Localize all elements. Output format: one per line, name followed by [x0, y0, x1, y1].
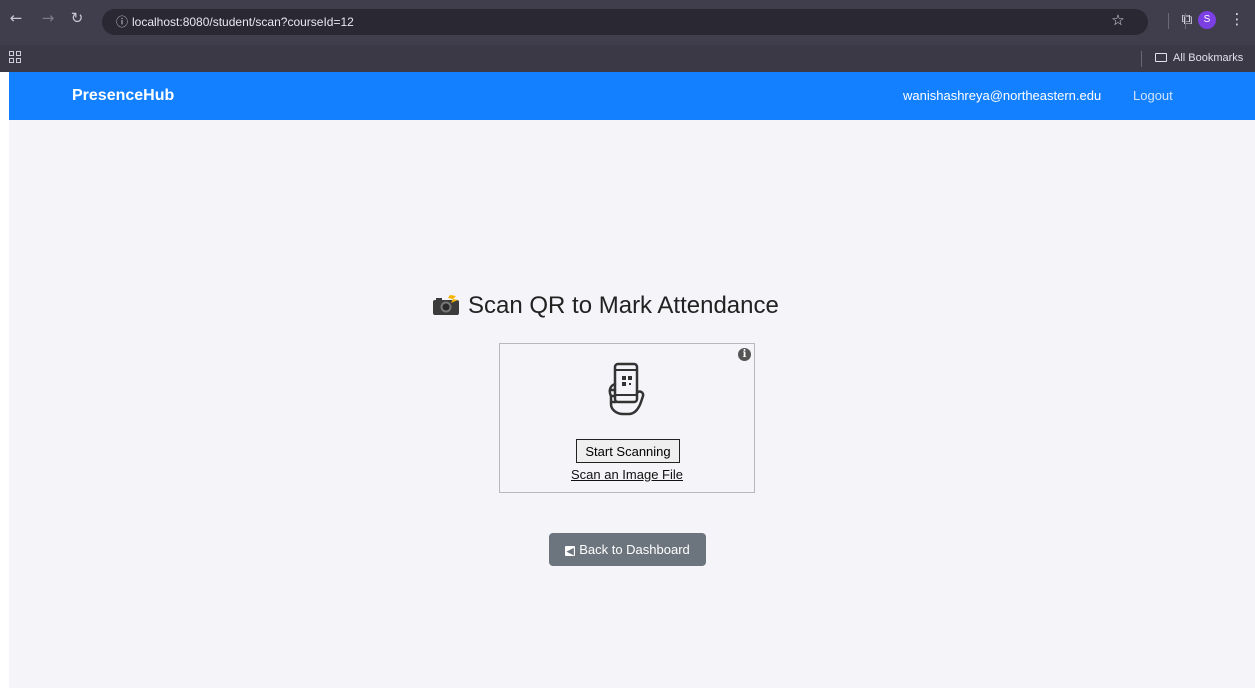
profile-avatar[interactable]: S	[1198, 11, 1216, 29]
bookmarks-bar: All Bookmarks	[0, 45, 1255, 72]
back-to-dashboard-button[interactable]: ◀ Back to Dashboard	[549, 533, 706, 566]
toolbar-divider	[1185, 13, 1186, 29]
address-bar[interactable]: ⓘ localhost:8080/student/scan?courseId=1…	[102, 9, 1148, 35]
app-navbar: PresenceHub wanishashreya@northeastern.e…	[9, 72, 1255, 120]
star-icon[interactable]: ☆	[1108, 10, 1128, 30]
apps-icon[interactable]	[9, 51, 23, 65]
qr-reader: i Start Scanning Scan an Image File	[499, 343, 755, 493]
browser-toolbar: ← → ↻ ⓘ localhost:8080/student/scan?cour…	[0, 0, 1255, 45]
scan-image-file-link[interactable]: Scan an Image File	[500, 467, 754, 483]
all-bookmarks-label: All Bookmarks	[1173, 52, 1244, 64]
info-icon[interactable]: i	[738, 348, 751, 361]
menu-icon[interactable]: ⋮	[1228, 9, 1246, 29]
back-arrow-icon: ◀	[565, 546, 576, 556]
brand-logo[interactable]: PresenceHub	[72, 86, 174, 106]
back-to-dashboard-label: Back to Dashboard	[579, 542, 690, 557]
logout-link[interactable]: Logout	[1133, 87, 1173, 105]
site-info-icon[interactable]: ⓘ	[112, 12, 132, 32]
toolbar-divider	[1168, 13, 1169, 29]
camera-flash-icon	[432, 293, 460, 315]
page-title: Scan QR to Mark Attendance	[432, 291, 832, 321]
extensions-icon[interactable]: ⧉	[1177, 9, 1197, 29]
user-email: wanishashreya@northeastern.edu	[903, 88, 1102, 103]
page-title-text: Scan QR to Mark Attendance	[468, 292, 779, 319]
bookmarks-divider	[1141, 51, 1142, 67]
url-text[interactable]: localhost:8080/student/scan?courseId=12	[132, 14, 354, 30]
phone-qr-icon	[608, 362, 645, 416]
reload-icon[interactable]: ↻	[67, 8, 87, 28]
folder-icon	[1155, 53, 1167, 62]
forward-icon[interactable]: →	[38, 8, 58, 28]
start-scanning-button[interactable]: Start Scanning	[576, 439, 680, 463]
back-icon[interactable]: ←	[6, 8, 26, 28]
page-left-edge	[0, 72, 9, 688]
all-bookmarks-button[interactable]: All Bookmarks	[1155, 49, 1243, 67]
